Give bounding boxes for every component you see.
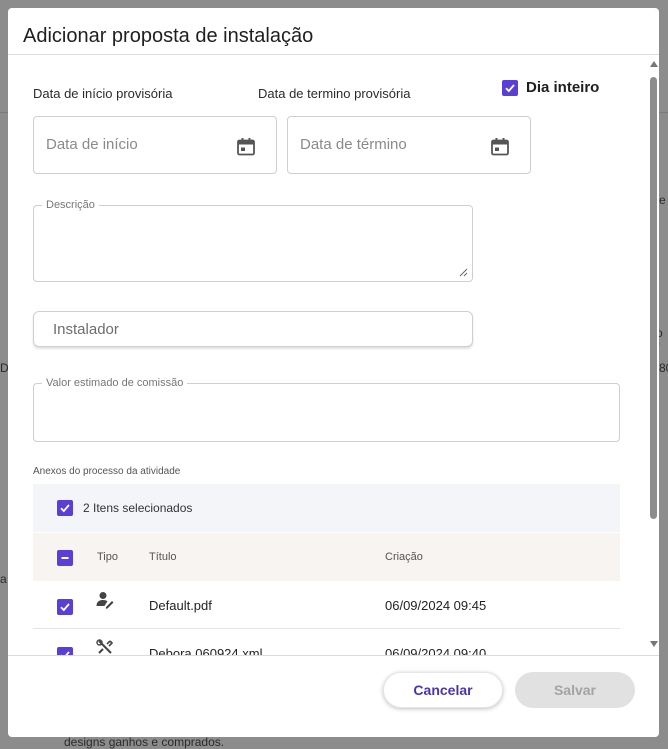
check-icon: [505, 83, 515, 92]
minus-icon: [61, 557, 69, 559]
background-text: a: [0, 572, 7, 586]
check-icon: [60, 504, 70, 513]
commission-label: Valor estimado de comissão: [42, 377, 188, 389]
column-header-title: Título: [149, 551, 177, 563]
table-header: Tipo Título Criação: [33, 533, 620, 581]
check-icon: [60, 603, 70, 612]
table-row[interactable]: Debora 060924.xml 06/09/2024 09:40: [33, 629, 620, 655]
column-header-created: Criação: [385, 551, 423, 563]
scroll-down-arrow-icon[interactable]: [650, 641, 658, 647]
scrollbar-thumb[interactable]: [650, 77, 657, 519]
background-text: designs ganhos e comprados.: [64, 735, 225, 749]
header-checkbox-indeterminate[interactable]: [57, 550, 73, 566]
description-textarea[interactable]: Descrição: [33, 199, 473, 282]
person-edit-icon: [96, 592, 114, 609]
dialog-content: Data de início provisória Data de termin…: [8, 55, 649, 655]
start-date-input[interactable]: Data de início: [33, 116, 277, 174]
resize-handle-icon[interactable]: [459, 268, 468, 277]
commission-input[interactable]: Valor estimado de comissão: [33, 377, 620, 442]
background-text: e: [659, 193, 666, 207]
dialog-title: Adicionar proposta de instalação: [23, 25, 314, 47]
description-label: Descrição: [42, 199, 99, 211]
row-created: 06/09/2024 09:40: [385, 646, 487, 655]
all-day-label: Dia inteiro: [526, 79, 600, 96]
end-date-placeholder: Data de término: [300, 136, 407, 153]
install-proposal-dialog: Adicionar proposta de instalação Data de…: [8, 8, 659, 737]
cancel-button[interactable]: Cancelar: [383, 672, 503, 708]
installer-select[interactable]: Instalador: [33, 311, 473, 347]
row-title: Debora 060924.xml: [149, 646, 263, 655]
background-divider: [659, 112, 668, 113]
calendar-icon[interactable]: [236, 137, 256, 157]
selected-count-text: 2 Itens selecionados: [83, 501, 193, 515]
calendar-icon[interactable]: [490, 137, 510, 157]
column-header-type: Tipo: [97, 551, 118, 563]
end-date-input[interactable]: Data de término: [287, 116, 531, 174]
selection-bar: 2 Itens selecionados: [33, 484, 620, 532]
select-all-checkbox[interactable]: [57, 500, 73, 516]
footer-divider: [8, 655, 659, 656]
start-date-placeholder: Data de início: [46, 136, 138, 153]
content-scrollbar[interactable]: [649, 55, 659, 655]
row-checkbox[interactable]: [57, 599, 73, 615]
row-created: 06/09/2024 09:45: [385, 598, 487, 613]
start-date-label: Data de início provisória: [33, 86, 173, 101]
all-day-checkbox[interactable]: [502, 79, 518, 96]
end-date-label: Data de termino provisória: [258, 86, 411, 101]
row-checkbox[interactable]: [57, 647, 73, 655]
table-row[interactable]: Default.pdf 06/09/2024 09:45: [33, 581, 620, 629]
all-day-toggle[interactable]: Dia inteiro: [502, 79, 599, 96]
scroll-up-arrow-icon[interactable]: [650, 61, 658, 67]
background-divider: [0, 112, 8, 113]
save-button[interactable]: Salvar: [515, 672, 635, 708]
installer-placeholder: Instalador: [53, 321, 119, 338]
row-title: Default.pdf: [149, 598, 212, 613]
attachments-section-label: Anexos do processo da atividade: [33, 466, 181, 477]
tools-icon: [96, 639, 114, 654]
background-text: 80: [659, 361, 668, 375]
